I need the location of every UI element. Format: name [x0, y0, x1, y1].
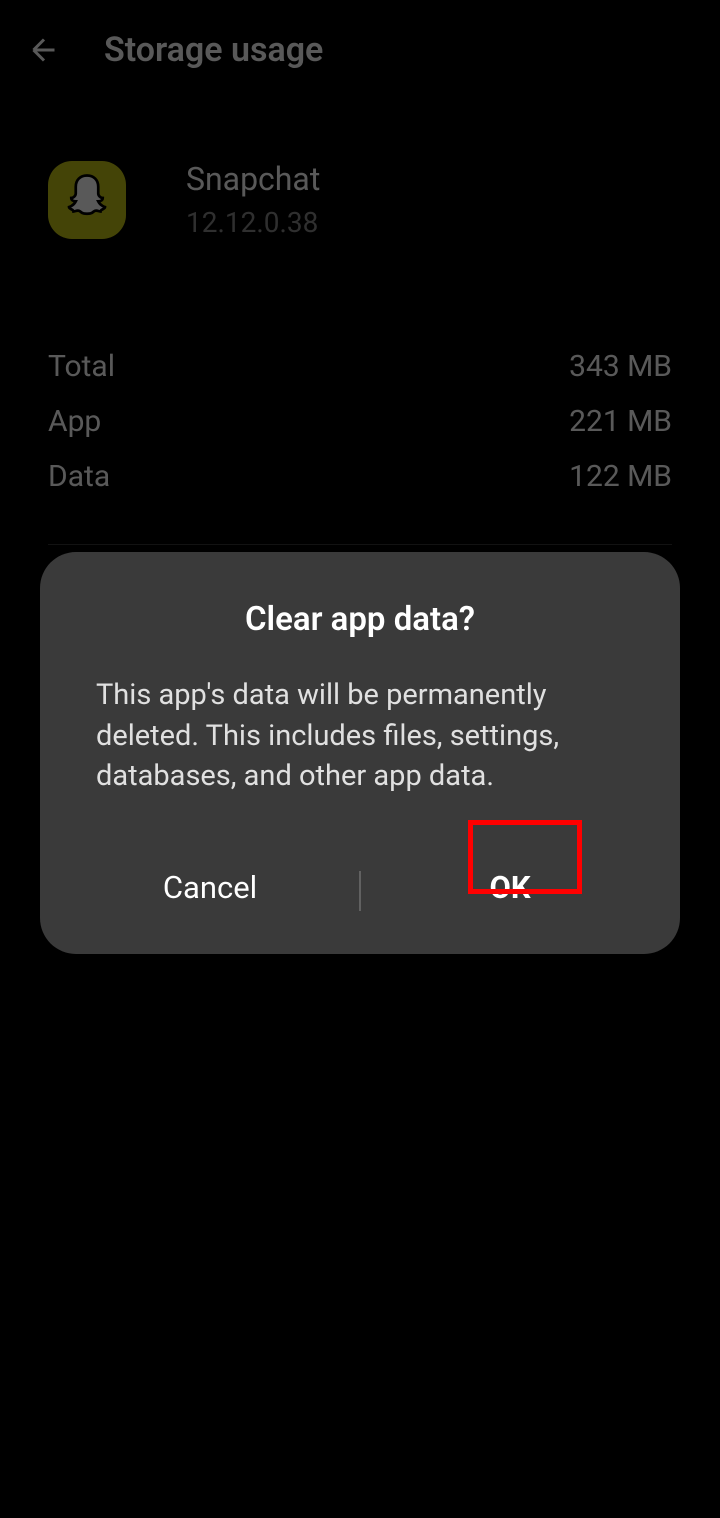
- dialog-buttons: Cancel OK: [40, 837, 680, 954]
- modal-overlay: Clear app data? This app's data will be …: [0, 0, 720, 1518]
- highlight-annotation: [468, 820, 582, 894]
- dialog-message: This app's data will be permanently dele…: [40, 675, 680, 797]
- dialog-title: Clear app data?: [40, 600, 680, 639]
- clear-data-dialog: Clear app data? This app's data will be …: [40, 552, 680, 954]
- button-divider: [360, 871, 361, 911]
- cancel-button[interactable]: Cancel: [60, 857, 360, 918]
